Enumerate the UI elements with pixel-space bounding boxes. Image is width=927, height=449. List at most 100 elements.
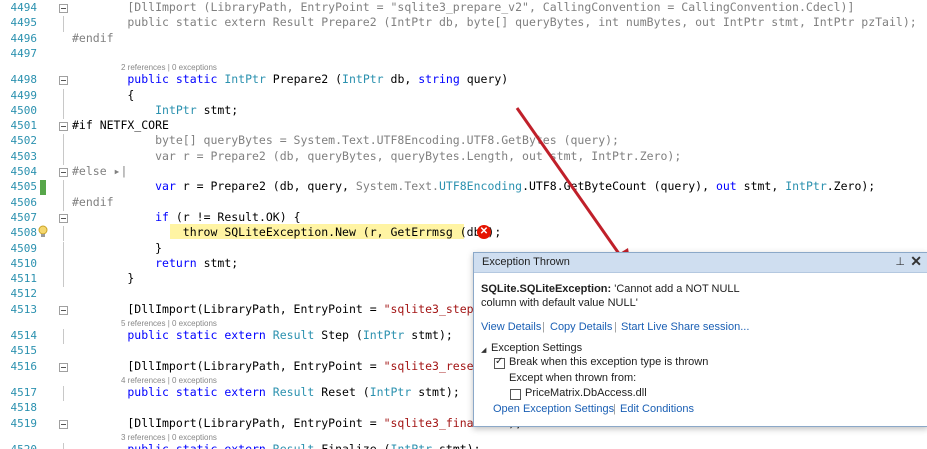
codelens-annotation[interactable]: 4 references | 0 exceptions xyxy=(121,376,217,385)
code-token: #endif xyxy=(72,30,114,45)
code-token: string xyxy=(418,72,460,87)
code-token: { xyxy=(72,87,135,102)
code-token: query) xyxy=(459,72,509,87)
code-token: "sqlite3_step" xyxy=(383,301,481,316)
code-line[interactable]: #else ▸| xyxy=(72,164,127,178)
collapse-triangle-icon[interactable]: ◢ xyxy=(481,346,486,354)
edit-conditions-link[interactable]: Edit Conditions xyxy=(620,403,694,415)
code-token: stmt; xyxy=(196,255,239,270)
code-line[interactable]: [DllImport(LibraryPath, EntryPoint = "sq… xyxy=(72,416,522,430)
code-line[interactable]: } xyxy=(72,241,162,255)
collapse-icon[interactable] xyxy=(59,168,68,177)
line-number: 4504 xyxy=(10,165,38,178)
code-token: IntPtr xyxy=(342,72,384,87)
code-line[interactable]: public static extern Result Prepare2 (In… xyxy=(72,15,916,29)
open-exception-settings-link[interactable]: Open Exception Settings xyxy=(493,403,614,415)
line-number: 4494 xyxy=(10,1,38,14)
code-token: "sqlite3_reset" xyxy=(383,358,488,373)
code-token: public static extern xyxy=(72,328,273,342)
copy-details-link[interactable]: Copy Details xyxy=(550,321,612,333)
code-token: Reset ( xyxy=(314,384,370,399)
link-separator: | xyxy=(613,403,616,415)
view-details-link[interactable]: View Details xyxy=(481,321,541,333)
line-number: 4500 xyxy=(10,103,38,117)
collapse-icon[interactable] xyxy=(59,419,68,429)
code-line[interactable]: public static extern Result Reset (IntPt… xyxy=(72,384,460,399)
code-line[interactable]: public static extern Result Finalize (In… xyxy=(72,441,480,449)
collapse-icon[interactable] xyxy=(59,305,68,315)
code-token: .Zero); xyxy=(826,179,876,194)
code-token: #if NETFX_CORE xyxy=(72,118,169,133)
code-token: IntPtr xyxy=(224,72,266,87)
pin-icon[interactable]: ⊥ xyxy=(895,255,905,268)
line-number: 4498 xyxy=(10,73,38,87)
line-number: 4501 xyxy=(10,119,38,133)
code-line[interactable]: [DllImport(LibraryPath, EntryPoint = "sq… xyxy=(72,359,508,373)
collapse-icon[interactable] xyxy=(59,362,68,372)
code-token: stmt, xyxy=(736,179,786,194)
codelens-annotation[interactable]: 2 references | 0 exceptions xyxy=(121,63,217,72)
lightbulb-icon[interactable] xyxy=(38,224,48,238)
code-line[interactable]: public static extern Result Step (IntPtr… xyxy=(72,328,453,342)
code-line[interactable]: if (r != Result.OK) { xyxy=(72,210,300,224)
break-label: Break when this exception type is thrown xyxy=(509,356,709,368)
error-icon[interactable]: ✕ xyxy=(477,225,491,239)
outline-guide xyxy=(63,16,64,32)
code-token: throw SQLiteException.New (r, GetErrmsg … xyxy=(72,225,502,240)
code-line[interactable]: public static IntPtr Prepare2 (IntPtr db… xyxy=(72,72,508,86)
code-token: [DllImport (LibraryPath, EntryPoint = "s… xyxy=(72,0,855,14)
collapse-icon[interactable] xyxy=(59,122,68,132)
exception-message: SQLite.SQLiteException: 'Cannot add a NO… xyxy=(481,282,771,310)
code-token: } xyxy=(72,271,135,286)
line-number: 4502 xyxy=(10,134,38,148)
code-line[interactable]: throw SQLiteException.New (r, GetErrmsg … xyxy=(72,225,502,240)
code-token: [DllImport(LibraryPath, EntryPoint = xyxy=(72,415,384,430)
collapse-icon[interactable] xyxy=(59,76,68,86)
code-line[interactable]: return stmt; xyxy=(72,256,238,270)
collapse-icon[interactable] xyxy=(59,213,68,223)
code-token: Result xyxy=(272,384,315,399)
collapse-icon[interactable] xyxy=(59,4,68,13)
code-line[interactable]: { xyxy=(72,88,134,102)
line-number: 4518 xyxy=(10,401,38,415)
code-token: public static extern xyxy=(72,441,273,449)
code-line[interactable]: #endif xyxy=(72,195,114,209)
code-token: stmt); xyxy=(404,328,453,342)
code-line[interactable]: #if NETFX_CORE xyxy=(72,118,169,132)
module-checkbox[interactable] xyxy=(510,389,521,400)
outline-guide xyxy=(63,149,64,165)
link-separator: | xyxy=(614,321,617,333)
code-token: IntPtr xyxy=(362,328,405,342)
line-number: 4496 xyxy=(10,31,38,45)
line-number: 4510 xyxy=(10,256,38,270)
code-token: [DllImport(LibraryPath, EntryPoint = xyxy=(72,301,384,316)
code-line[interactable]: var r = Prepare2 (db, query, System.Text… xyxy=(72,179,875,193)
codelens-annotation[interactable]: 5 references | 0 exceptions xyxy=(121,319,217,328)
line-number: 4507 xyxy=(10,210,38,224)
code-token: System.Text. xyxy=(355,179,439,194)
code-line[interactable]: #endif xyxy=(72,31,114,45)
codelens-annotation[interactable]: 3 references | 0 exceptions xyxy=(121,433,217,442)
break-checkbox[interactable]: ✓ xyxy=(494,356,505,369)
code-token: [DllImport(LibraryPath, EntryPoint = xyxy=(72,358,384,373)
close-icon[interactable]: ✕ xyxy=(910,253,922,270)
code-token: .UTF8.GetByteCount (query), xyxy=(522,179,716,194)
outline-guide xyxy=(63,88,64,104)
code-line[interactable]: var r = Prepare2 (db, queryBytes, queryB… xyxy=(72,149,681,163)
live-share-link[interactable]: Start Live Share session... xyxy=(621,321,749,333)
code-line[interactable]: IntPtr stmt; xyxy=(72,103,238,117)
code-line[interactable]: [DllImport(LibraryPath, EntryPoint = "sq… xyxy=(72,302,508,316)
change-bar xyxy=(40,180,46,196)
code-line[interactable]: byte[] queryBytes = System.Text.UTF8Enco… xyxy=(72,133,619,147)
code-token: IntPtr xyxy=(785,179,827,194)
code-line[interactable]: } xyxy=(72,271,134,285)
popup-title: Exception Thrown xyxy=(482,256,570,268)
outline-guide xyxy=(63,241,64,257)
code-line[interactable]: [DllImport (LibraryPath, EntryPoint = "s… xyxy=(72,0,854,14)
code-token: var r = Prepare2 (db, queryBytes, queryB… xyxy=(72,148,682,163)
except-label: Except when thrown from: xyxy=(509,372,637,384)
code-token: Step ( xyxy=(314,328,363,342)
code-token: stmt); xyxy=(411,384,460,399)
